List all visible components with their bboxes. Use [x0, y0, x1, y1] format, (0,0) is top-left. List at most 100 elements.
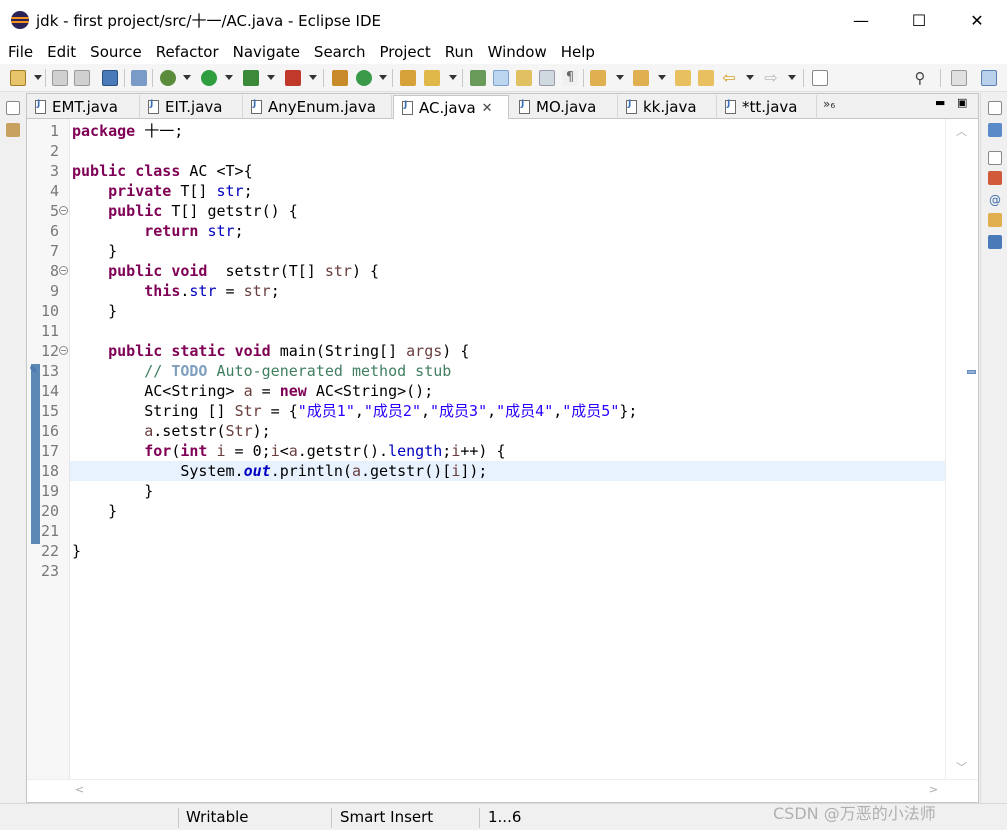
code-line-13[interactable]: // TODO Auto-generated method stub — [70, 361, 946, 381]
new-class-icon[interactable] — [356, 70, 372, 86]
tab-anyenum-java[interactable]: AnyEnum.java — [243, 95, 392, 119]
forward-arrow-icon[interactable]: ⇨ — [763, 70, 779, 86]
fold-toggle-icon[interactable]: − — [59, 266, 68, 275]
fold-toggle-icon[interactable]: − — [59, 206, 68, 215]
previous-annotation-dropdown-icon[interactable] — [658, 75, 666, 80]
tab-mo-java[interactable]: MO.java — [511, 95, 618, 119]
menu-navigate[interactable]: Navigate — [233, 43, 300, 61]
problems-icon[interactable] — [988, 171, 1002, 185]
code-line-22[interactable]: } — [70, 541, 946, 561]
code-line-18-current[interactable]: System.out.println(a.getstr()[i]); — [70, 461, 946, 481]
menu-source[interactable]: Source — [90, 43, 142, 61]
save-all-icon[interactable] — [74, 70, 90, 86]
tab-emt-java[interactable]: EMT.java — [27, 95, 140, 119]
close-button[interactable]: ✕ — [948, 0, 1006, 40]
search-magnifier-icon[interactable]: ⚲ — [912, 70, 928, 86]
code-line-1[interactable]: package 十一; — [70, 121, 946, 141]
code-line-7[interactable]: } — [70, 241, 946, 261]
forward-dropdown-icon[interactable] — [788, 75, 796, 80]
code-line-4[interactable]: private T[] str; — [70, 181, 946, 201]
search-icon[interactable] — [470, 70, 486, 86]
show-whitespace-icon[interactable] — [539, 70, 555, 86]
code-line-10[interactable]: } — [70, 301, 946, 321]
open-task-dropdown-icon[interactable] — [449, 75, 457, 80]
code-line-5[interactable]: public T[] getstr() { — [70, 201, 946, 221]
menu-window[interactable]: Window — [488, 43, 547, 61]
new-dropdown-icon[interactable] — [34, 75, 42, 80]
tab-ac-java[interactable]: AC.java ✕ — [393, 95, 509, 120]
open-type-icon[interactable] — [400, 70, 416, 86]
minimize-button[interactable]: — — [832, 0, 890, 40]
vertical-scrollbar[interactable]: ︿ ﹀ — [945, 119, 978, 779]
next-annotation-dropdown-icon[interactable] — [616, 75, 624, 80]
tab-eit-java[interactable]: EIT.java — [140, 95, 243, 119]
overview-ruler-task-marker[interactable] — [967, 370, 976, 374]
menu-run[interactable]: Run — [445, 43, 474, 61]
new-icon[interactable] — [10, 70, 26, 86]
maximize-button[interactable]: ☐ — [890, 0, 948, 40]
menu-search[interactable]: Search — [314, 43, 366, 61]
block-selection-icon[interactable] — [516, 70, 532, 86]
console-icon[interactable] — [988, 235, 1002, 249]
run-icon[interactable] — [201, 70, 217, 86]
java-perspective-icon[interactable] — [981, 70, 997, 86]
code-line-6[interactable]: return str; — [70, 221, 946, 241]
mark-occurrences-icon[interactable] — [493, 70, 509, 86]
code-line-3[interactable]: public class AC <T>{ — [70, 161, 946, 181]
code-line-17[interactable]: for(int i = 0;i<a.getstr().length;i++) { — [70, 441, 946, 461]
debug-icon[interactable] — [160, 70, 176, 86]
pin-editor-icon[interactable] — [812, 70, 828, 86]
pilcrow-icon[interactable]: ¶ — [562, 70, 578, 86]
menu-file[interactable]: File — [8, 43, 33, 61]
code-editor[interactable]: package 十一; public class AC <T>{ private… — [69, 119, 946, 779]
restore-icon[interactable] — [988, 101, 1002, 115]
code-line-19[interactable]: } — [70, 481, 946, 501]
restore-icon[interactable] — [6, 101, 20, 115]
new-class-dropdown-icon[interactable] — [379, 75, 387, 80]
tab-tt-java[interactable]: *tt.java — [717, 95, 817, 119]
code-line-16[interactable]: a.setstr(Str); — [70, 421, 946, 441]
forward-edit-icon[interactable] — [698, 70, 714, 86]
package-explorer-icon[interactable] — [6, 123, 20, 137]
declaration-icon[interactable] — [988, 213, 1002, 227]
restore-icon[interactable] — [988, 151, 1002, 165]
back-arrow-icon[interactable]: ⇦ — [721, 70, 737, 86]
terminal-icon[interactable] — [102, 70, 118, 86]
code-line-15[interactable]: String [] Str = {"成员1","成员2","成员3","成员4"… — [70, 401, 946, 421]
external-tools-dropdown-icon[interactable] — [309, 75, 317, 80]
new-java-project-icon[interactable] — [332, 70, 348, 86]
external-tools-icon[interactable] — [285, 70, 301, 86]
tab-overflow-button[interactable]: »₆ — [823, 97, 835, 111]
previous-annotation-icon[interactable] — [633, 70, 649, 86]
maximize-editor-icon[interactable]: ▣ — [957, 96, 967, 109]
code-line-20[interactable]: } — [70, 501, 946, 521]
task-marker-icon[interactable]: ✎ — [29, 365, 39, 376]
skip-breakpoints-icon[interactable] — [131, 70, 147, 86]
javadoc-icon[interactable]: @ — [988, 193, 1002, 207]
next-annotation-icon[interactable] — [590, 70, 606, 86]
scroll-left-icon[interactable]: < — [75, 783, 84, 796]
horizontal-scrollbar[interactable]: < > — [27, 779, 978, 801]
run-dropdown-icon[interactable] — [225, 75, 233, 80]
coverage-dropdown-icon[interactable] — [267, 75, 275, 80]
minimize-editor-icon[interactable]: ▬ — [935, 96, 945, 109]
last-edit-location-icon[interactable] — [675, 70, 691, 86]
code-line-9[interactable]: this.str = str; — [70, 281, 946, 301]
menu-project[interactable]: Project — [379, 43, 430, 61]
save-icon[interactable] — [52, 70, 68, 86]
code-line-12[interactable]: public static void main(String[] args) { — [70, 341, 946, 361]
code-line-8[interactable]: public void setstr(T[] str) { — [70, 261, 946, 281]
code-line-14[interactable]: AC<String> a = new AC<String>(); — [70, 381, 946, 401]
scroll-up-icon[interactable]: ︿ — [956, 123, 967, 139]
coverage-icon[interactable] — [243, 70, 259, 86]
outline-icon[interactable] — [988, 123, 1002, 137]
menu-edit[interactable]: Edit — [47, 43, 76, 61]
close-tab-icon[interactable]: ✕ — [482, 101, 493, 116]
tab-kk-java[interactable]: kk.java — [618, 95, 717, 119]
scroll-down-icon[interactable]: ﹀ — [956, 759, 967, 775]
open-perspective-icon[interactable] — [951, 70, 967, 86]
menu-refactor[interactable]: Refactor — [156, 43, 219, 61]
back-dropdown-icon[interactable] — [746, 75, 754, 80]
open-task-icon[interactable] — [424, 70, 440, 86]
fold-toggle-icon[interactable]: − — [59, 346, 68, 355]
